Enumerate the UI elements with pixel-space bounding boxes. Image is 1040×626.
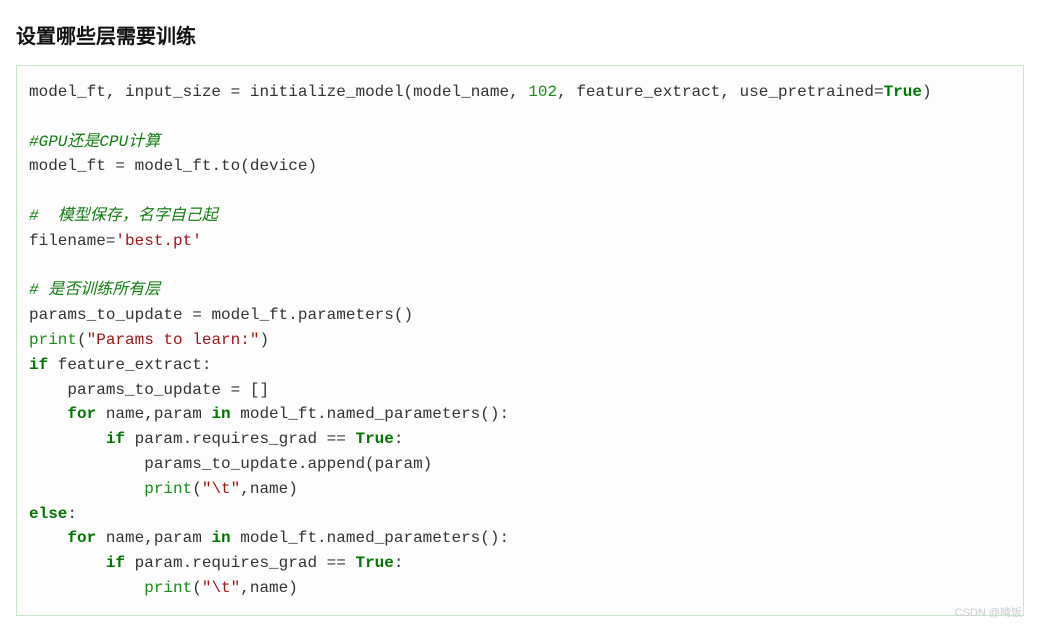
- code-comment: #GPU还是CPU计算: [29, 133, 160, 151]
- code-line: params_to_update.append(param): [29, 455, 432, 473]
- code-line: if param.requires_grad == True:: [29, 430, 403, 448]
- code-line: if feature_extract:: [29, 356, 211, 374]
- code-line: for name,param in model_ft.named_paramet…: [29, 529, 509, 547]
- section-heading: 设置哪些层需要训练: [16, 20, 1024, 49]
- code-comment: # 模型保存，名字自己起: [29, 207, 218, 225]
- code-line: model_ft = model_ft.to(device): [29, 157, 317, 175]
- code-line: model_ft, input_size = initialize_model(…: [29, 83, 932, 101]
- code-line: print("\t",name): [29, 579, 298, 597]
- code-line: filename='best.pt': [29, 232, 202, 250]
- code-line: params_to_update = model_ft.parameters(): [29, 306, 413, 324]
- code-line: params_to_update = []: [29, 381, 269, 399]
- code-line: for name,param in model_ft.named_paramet…: [29, 405, 509, 423]
- watermark: CSDN @啃饭: [955, 604, 1022, 620]
- code-comment: # 是否训练所有层: [29, 281, 160, 299]
- code-line: print("\t",name): [29, 480, 298, 498]
- code-block[interactable]: model_ft, input_size = initialize_model(…: [16, 65, 1024, 616]
- code-line: else:: [29, 505, 77, 523]
- code-line: print("Params to learn:"): [29, 331, 269, 349]
- code-line: if param.requires_grad == True:: [29, 554, 403, 572]
